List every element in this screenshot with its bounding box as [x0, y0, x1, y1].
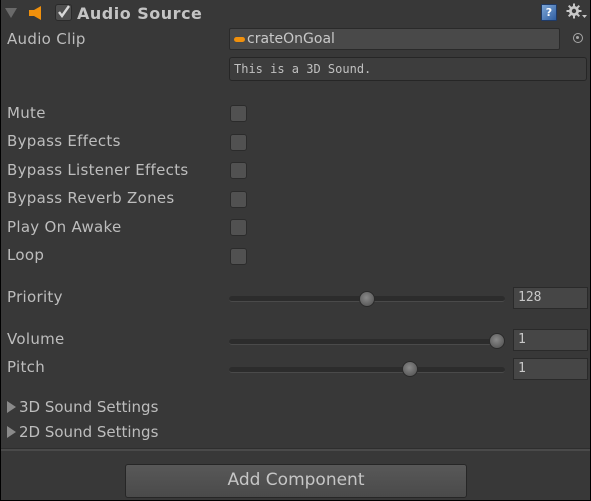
volume-label: Volume: [7, 330, 65, 348]
gear-icon[interactable]: [566, 3, 588, 21]
audio-info-text: This is a 3D Sound.: [234, 62, 372, 76]
triangle-right-icon: [7, 401, 16, 413]
inspector-panel: Audio Source ? Audio Clip crateOnGoal Th…: [1, 0, 590, 500]
object-picker-icon[interactable]: [573, 33, 583, 43]
foldout-toggle[interactable]: [5, 8, 17, 18]
toggle-label-loop: Loop: [7, 246, 45, 264]
foldout-label: 2D Sound Settings: [19, 423, 159, 441]
pitch-value-field[interactable]: 1: [513, 358, 588, 380]
audio-clip-value: crateOnGoal: [247, 31, 335, 47]
add-component-button[interactable]: Add Component: [125, 464, 467, 498]
priority-label: Priority: [7, 288, 63, 306]
foldout-2d-sound-settings[interactable]: 2D Sound Settings: [7, 423, 158, 441]
loop-checkbox[interactable]: [230, 248, 247, 265]
triangle-right-icon: [7, 426, 16, 438]
bypass-effects-checkbox[interactable]: [230, 134, 247, 151]
toggle-label-bypass-reverb-zones: Bypass Reverb Zones: [7, 189, 175, 207]
check-icon: [58, 5, 70, 19]
play-on-awake-checkbox[interactable]: [230, 219, 247, 236]
component-title: Audio Source: [77, 4, 203, 23]
mute-checkbox[interactable]: [230, 105, 247, 122]
enabled-checkbox[interactable]: [55, 4, 72, 21]
foldout-3d-sound-settings[interactable]: 3D Sound Settings: [7, 398, 158, 416]
volume-slider-thumb[interactable]: [489, 333, 505, 349]
pitch-label: Pitch: [7, 358, 46, 376]
audio-clip-field[interactable]: crateOnGoal: [229, 28, 560, 50]
toggle-label-play-on-awake: Play On Awake: [7, 218, 122, 236]
pitch-slider-thumb[interactable]: [402, 361, 419, 377]
toggle-label-mute: Mute: [7, 104, 46, 122]
help-book-icon[interactable]: ?: [541, 4, 557, 21]
pitch-slider-track[interactable]: [229, 367, 505, 373]
volume-value-field[interactable]: 1: [513, 329, 588, 351]
audio-clip-icon: [234, 36, 245, 42]
volume-slider-track[interactable]: [229, 339, 505, 345]
priority-slider-thumb[interactable]: [359, 291, 375, 307]
divider: [1, 448, 590, 451]
audio-info-box: This is a 3D Sound.: [229, 57, 587, 81]
priority-value-field[interactable]: 128: [513, 287, 588, 309]
bypass-listener-effects-checkbox[interactable]: [230, 162, 247, 179]
audio-clip-label: Audio Clip: [7, 30, 86, 48]
speaker-icon: [28, 5, 46, 21]
toggle-label-bypass-listener-effects: Bypass Listener Effects: [7, 161, 189, 179]
toggle-label-bypass-effects: Bypass Effects: [7, 132, 121, 150]
foldout-label: 3D Sound Settings: [19, 398, 159, 416]
bypass-reverb-zones-checkbox[interactable]: [230, 191, 247, 208]
